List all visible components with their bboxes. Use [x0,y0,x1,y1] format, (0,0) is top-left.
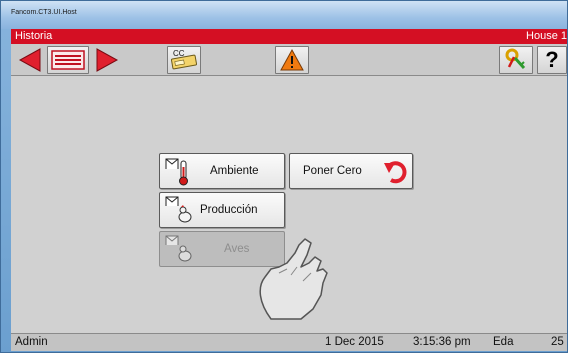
house-label: House 1 [526,30,567,42]
triangle-left-icon [18,48,41,72]
chicken-icon [165,196,192,223]
thermometer-icon [165,158,188,186]
warning-triangle-icon [280,48,304,71]
chicken-icon [165,235,192,262]
help-button[interactable]: ? [537,46,567,74]
status-user: Admin [15,336,48,348]
forward-button[interactable] [92,46,122,74]
status-date: 1 Dec 2015 [325,336,384,348]
cc-button[interactable]: CC [167,46,201,74]
toolbar: CC ? [11,44,567,76]
window-title: Fancom.CT3.UI.Host [11,9,77,16]
warning-button[interactable] [275,46,309,74]
status-time: 3:15:36 pm [413,336,471,348]
poner-cero-button[interactable]: Poner Cero [289,153,413,189]
undo-arrow-icon [384,161,407,184]
poner-cero-label: Poner Cero [303,165,362,177]
header-bar: Historia House 1 [11,29,567,44]
back-button[interactable] [15,46,45,74]
cc-card-icon: CC [170,49,198,70]
status-eda-value: 25 [551,336,564,348]
aves-label: Aves [224,243,250,255]
ambiente-button[interactable]: Ambiente [159,153,285,189]
key-icon [505,48,526,70]
pointing-hand-overlay [259,238,328,320]
status-bar: Admin 1 Dec 2015 3:15:36 pm Eda 25 [11,333,567,351]
window-titlebar[interactable]: Fancom.CT3.UI.Host [1,1,567,29]
cc-label: CC [173,49,185,58]
page-title: Historia [15,30,53,42]
status-eda-label: Eda [493,336,514,348]
list-card-icon [51,50,85,70]
help-label: ? [545,47,559,72]
list-button[interactable] [47,46,89,74]
triangle-right-icon [96,48,119,72]
app-window: Fancom.CT3.UI.Host Historia House 1 CC ?… [0,0,568,353]
ambiente-label: Ambiente [210,165,259,177]
key-button[interactable] [499,46,533,74]
produccion-label: Producción [200,204,258,216]
